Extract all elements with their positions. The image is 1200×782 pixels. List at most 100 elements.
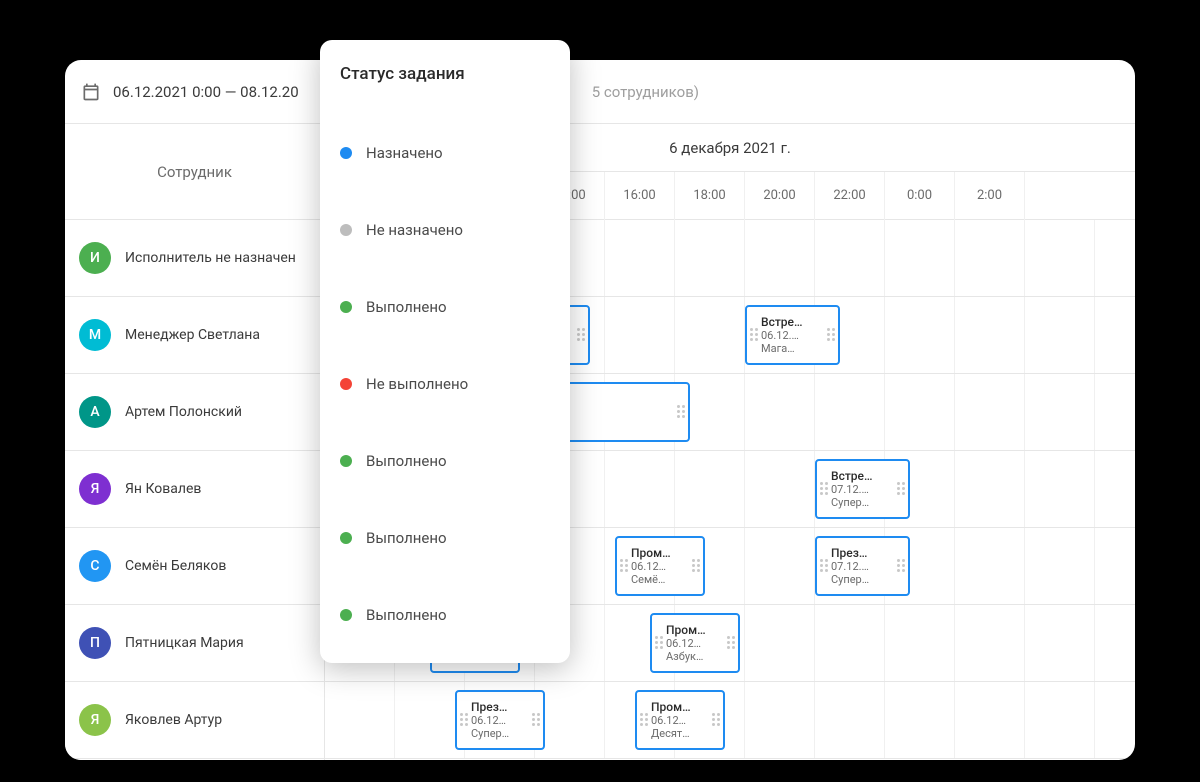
task-title: През… [471, 700, 529, 714]
status-dot-icon [340, 378, 352, 390]
employee-row[interactable]: Я Ян Ковалев [65, 451, 324, 528]
drag-handle-icon[interactable] [820, 559, 828, 573]
status-item[interactable]: Выполнено [340, 422, 550, 499]
status-label: Не назначено [366, 221, 463, 239]
employee-name: Пятницкая Мария [125, 635, 244, 651]
employee-row[interactable]: И Исполнитель не назначен [65, 220, 324, 297]
date-range-picker[interactable]: 06.12.2021 0:00 — 08.12.20 [113, 83, 299, 101]
status-item[interactable]: Выполнено [340, 499, 550, 576]
drag-handle-icon[interactable] [727, 636, 735, 650]
employee-row[interactable]: Я Яковлев Артур [65, 682, 324, 759]
drag-handle-icon[interactable] [897, 559, 905, 573]
status-label: Выполнено [366, 529, 447, 547]
avatar: Я [79, 473, 111, 505]
avatar: М [79, 319, 111, 351]
task-title: Пром… [666, 623, 724, 637]
employee-name: Менеджер Светлана [125, 327, 260, 343]
task-location: Семё… [631, 573, 689, 586]
hour-header: 2:00 [955, 172, 1025, 220]
status-popover: Статус задания Назначено Не назначено Выпо… [320, 40, 570, 663]
employee-name: Артем Полонский [125, 404, 242, 420]
employee-name: Ян Ковалев [125, 481, 201, 497]
task-time: 06.12… [631, 560, 689, 573]
employee-name: Исполнитель не назначен [125, 250, 296, 266]
status-item[interactable]: Не выполнено [340, 345, 550, 422]
task-card[interactable]: Пром…06.12…Азбук… [650, 613, 740, 673]
avatar: С [79, 550, 111, 582]
drag-handle-icon[interactable] [655, 636, 663, 650]
status-item[interactable]: Выполнено [340, 576, 550, 653]
task-title: През… [831, 546, 894, 560]
drag-handle-icon[interactable] [640, 713, 648, 727]
task-card[interactable]: Пром…06.12…Семё… [615, 536, 705, 596]
status-dot-icon [340, 609, 352, 621]
hour-header: 0:00 [885, 172, 955, 220]
task-location: Десят… [651, 727, 709, 740]
status-dot-icon [340, 532, 352, 544]
drag-handle-icon[interactable] [577, 328, 585, 342]
task-location: Мага… [761, 342, 824, 355]
drag-handle-icon[interactable] [820, 482, 828, 496]
task-time: 07.12.… [831, 483, 894, 496]
status-label: Назначено [366, 144, 443, 162]
status-popover-title: Статус задания [340, 64, 550, 84]
employee-row[interactable]: П Пятницкая Мария [65, 605, 324, 682]
task-card[interactable]: Встре…06.12.…Мага… [745, 305, 840, 365]
task-time: 06.12… [651, 714, 709, 727]
drag-handle-icon[interactable] [460, 713, 468, 727]
task-location: Супер… [831, 573, 894, 586]
task-title: Встре… [761, 315, 824, 329]
task-card[interactable]: Пром…06.12…Десят… [635, 690, 725, 750]
hour-header: 18:00 [675, 172, 745, 220]
calendar-icon [81, 82, 101, 102]
avatar: Я [79, 704, 111, 736]
scheduler-grid: Сотрудник И Исполнитель не назначен М Менед… [65, 124, 1135, 760]
task-title: Встре… [831, 469, 894, 483]
task-time: 06.12.… [761, 329, 824, 342]
avatar: А [79, 396, 111, 428]
employee-row[interactable]: М Менеджер Светлана [65, 297, 324, 374]
scheduler-card: 06.12.2021 0:00 — 08.12.20 5 сотрудников… [65, 60, 1135, 760]
topbar: 06.12.2021 0:00 — 08.12.20 5 сотрудников… [65, 60, 1135, 124]
status-label: Выполнено [366, 452, 447, 470]
task-time: 06.12… [666, 637, 724, 650]
drag-handle-icon[interactable] [620, 559, 628, 573]
status-label: Не выполнено [366, 375, 468, 393]
task-time: 07.12.… [831, 560, 894, 573]
drag-handle-icon[interactable] [677, 405, 685, 419]
timeline-row[interactable]: През…06.12…Супер…Пром…06.12…Десят… [325, 682, 1135, 759]
task-card[interactable]: През…06.12…Супер… [455, 690, 545, 750]
employee-row[interactable]: С Семён Беляков [65, 528, 324, 605]
employee-column-header: Сотрудник [65, 124, 324, 220]
drag-handle-icon[interactable] [897, 482, 905, 496]
drag-handle-icon[interactable] [750, 328, 758, 342]
task-card[interactable]: Встре…07.12.…Супер… [815, 459, 910, 519]
avatar: П [79, 627, 111, 659]
task-time: 06.12… [471, 714, 529, 727]
hour-header: 16:00 [605, 172, 675, 220]
employee-name: Семён Беляков [125, 558, 226, 574]
employee-column: Сотрудник И Исполнитель не назначен М Менед… [65, 124, 325, 760]
status-dot-icon [340, 301, 352, 313]
status-dot-icon [340, 147, 352, 159]
drag-handle-icon[interactable] [532, 713, 540, 727]
employee-name: Яковлев Артур [125, 712, 222, 728]
status-label: Выполнено [366, 298, 447, 316]
status-dot-icon [340, 455, 352, 467]
status-label: Выполнено [366, 606, 447, 624]
hour-header: 22:00 [815, 172, 885, 220]
status-item[interactable]: Выполнено [340, 268, 550, 345]
task-title: Пром… [651, 700, 709, 714]
task-card[interactable]: През…07.12.…Супер… [815, 536, 910, 596]
drag-handle-icon[interactable] [712, 713, 720, 727]
avatar: И [79, 242, 111, 274]
task-location: Супер… [471, 727, 529, 740]
employee-row[interactable]: А Артем Полонский [65, 374, 324, 451]
status-item[interactable]: Назначено [340, 114, 550, 191]
task-location: Азбук… [666, 650, 724, 663]
drag-handle-icon[interactable] [827, 328, 835, 342]
task-location: Супер… [831, 496, 894, 509]
task-title: Пром… [631, 546, 689, 560]
status-item[interactable]: Не назначено [340, 191, 550, 268]
drag-handle-icon[interactable] [692, 559, 700, 573]
